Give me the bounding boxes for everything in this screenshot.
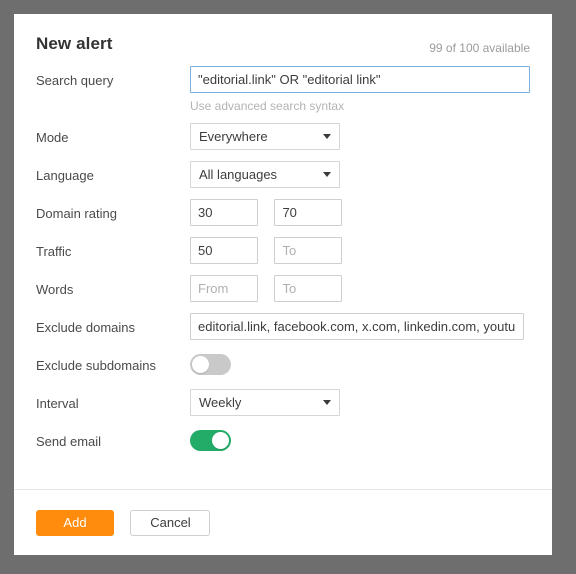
form-row-exclude-subdomains: Exclude subdomains	[36, 351, 530, 389]
control-traffic	[190, 237, 530, 264]
toggle-knob-icon	[192, 356, 209, 373]
form-row-words: Words	[36, 275, 530, 313]
control-language: All languages	[190, 161, 530, 193]
label-words: Words	[36, 282, 74, 297]
quota-status: 99 of 100 available	[429, 41, 530, 55]
page-title: New alert	[36, 34, 113, 53]
control-domain-rating	[190, 199, 530, 226]
traffic-to-input[interactable]	[274, 237, 343, 264]
alert-form: Search query Use advanced search syntax …	[14, 66, 552, 465]
label-interval: Interval	[36, 396, 79, 411]
interval-select-value: Weekly	[190, 389, 340, 416]
toggle-knob-icon	[212, 432, 229, 449]
add-button[interactable]: Add	[36, 510, 114, 536]
domain-rating-to-input[interactable]	[274, 199, 343, 226]
label-traffic: Traffic	[36, 244, 72, 259]
words-from-input[interactable]	[190, 275, 258, 302]
interval-select[interactable]: Weekly	[190, 389, 340, 416]
mode-select[interactable]: Everywhere	[190, 123, 340, 150]
language-select[interactable]: All languages	[190, 161, 340, 188]
form-row-traffic: Traffic	[36, 237, 530, 275]
label-search-query: Search query	[36, 73, 114, 88]
control-mode: Everywhere	[190, 123, 530, 155]
cancel-button[interactable]: Cancel	[130, 510, 211, 536]
form-row-interval: Interval Weekly	[36, 389, 530, 427]
form-row-mode: Mode Everywhere	[36, 123, 530, 161]
exclude-domains-input[interactable]	[190, 313, 524, 340]
search-query-input[interactable]	[190, 66, 530, 93]
new-alert-dialog: New alert 99 of 100 available Search que…	[14, 14, 552, 555]
domain-rating-from-input[interactable]	[190, 199, 258, 226]
control-search-query: Use advanced search syntax	[190, 66, 530, 113]
control-exclude-domains	[190, 313, 530, 340]
label-exclude-subdomains: Exclude subdomains	[36, 358, 156, 373]
label-send-email: Send email	[36, 434, 102, 449]
form-row-send-email: Send email	[36, 427, 530, 465]
mode-select-value: Everywhere	[190, 123, 340, 150]
send-email-toggle[interactable]	[190, 430, 231, 451]
dialog-footer: Add Cancel	[36, 510, 211, 536]
control-send-email	[190, 427, 530, 456]
control-words	[190, 275, 530, 302]
label-domain-rating: Domain rating	[36, 206, 117, 221]
label-language: Language	[36, 168, 94, 183]
control-exclude-subdomains	[190, 351, 530, 380]
form-row-domain-rating: Domain rating	[36, 199, 530, 237]
form-row-language: Language All languages	[36, 161, 530, 199]
label-exclude-domains: Exclude domains	[36, 320, 135, 335]
control-interval: Weekly	[190, 389, 530, 421]
label-mode: Mode	[36, 130, 69, 145]
footer-divider	[14, 489, 552, 490]
dialog-header: New alert 99 of 100 available	[14, 14, 552, 66]
form-row-exclude-domains: Exclude domains	[36, 313, 530, 351]
search-syntax-hint: Use advanced search syntax	[190, 99, 345, 113]
form-row-search-query: Search query Use advanced search syntax	[36, 66, 530, 123]
traffic-from-input[interactable]	[190, 237, 258, 264]
exclude-subdomains-toggle[interactable]	[190, 354, 231, 375]
words-to-input[interactable]	[274, 275, 343, 302]
language-select-value: All languages	[190, 161, 340, 188]
